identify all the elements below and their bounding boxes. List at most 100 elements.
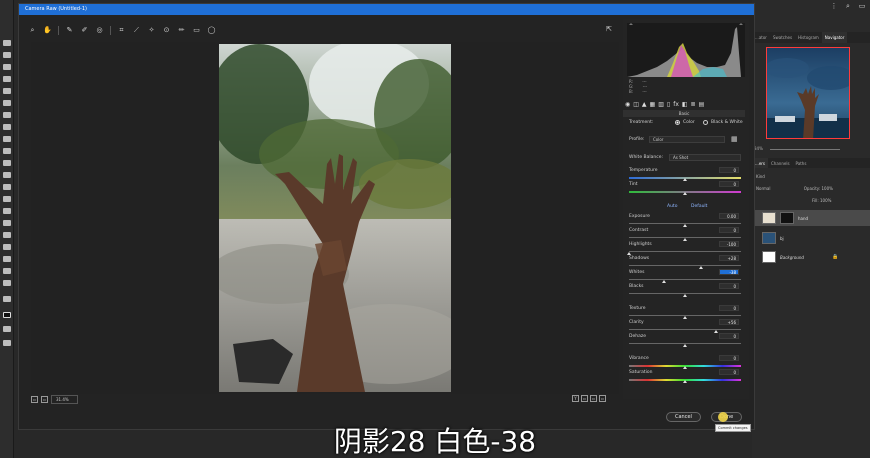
- zoom-level-select[interactable]: 31.4%: [51, 395, 78, 404]
- slider-thumb-clarity[interactable]: [714, 330, 718, 333]
- split-toning-tab-icon[interactable]: ▥: [658, 101, 664, 109]
- slider-value-whites[interactable]: -38: [719, 269, 739, 275]
- slider-value-shadows[interactable]: +28: [719, 255, 739, 261]
- foreground-color-swatch[interactable]: [3, 312, 11, 318]
- pen-tool-icon[interactable]: [3, 220, 11, 226]
- brush-tool-icon[interactable]: [3, 136, 11, 142]
- tab-paths[interactable]: Paths: [793, 158, 810, 168]
- zoom-icon[interactable]: ⌕: [28, 26, 37, 35]
- lens-tab-icon[interactable]: ▯: [667, 101, 670, 109]
- crop-icon[interactable]: ⌗: [117, 26, 126, 35]
- tab-histogram[interactable]: Histogram: [795, 32, 822, 43]
- layer-background[interactable]: Background 🔒: [752, 249, 870, 265]
- slider-thumb-contrast[interactable]: [683, 238, 687, 241]
- radial-icon[interactable]: ◯: [207, 26, 216, 34]
- workspace-icon[interactable]: ▭: [858, 2, 866, 10]
- slider-thumb-tint[interactable]: [683, 192, 687, 195]
- slider-value-vibrance[interactable]: 0: [719, 355, 739, 361]
- path-select-tool-icon[interactable]: [3, 244, 11, 250]
- marquee-tool-icon[interactable]: [3, 52, 11, 58]
- calibration-tab-icon[interactable]: ◧: [682, 101, 688, 109]
- color-radio[interactable]: [675, 120, 680, 125]
- bw-radio[interactable]: [703, 120, 708, 125]
- basic-tab-icon[interactable]: ◉: [625, 101, 630, 109]
- detail-tab-icon[interactable]: ▲: [642, 101, 647, 109]
- crop-tool-icon[interactable]: [3, 88, 11, 94]
- slider-value-contrast[interactable]: 0: [719, 227, 739, 233]
- shape-tool-icon[interactable]: [3, 256, 11, 262]
- navigator-thumbnail[interactable]: [766, 47, 850, 139]
- white-balance-icon[interactable]: ✎: [65, 26, 74, 34]
- profile-browser-icon[interactable]: ▦: [731, 135, 738, 143]
- slider-value-blacks[interactable]: 0: [719, 283, 739, 289]
- slider-value-tint[interactable]: 0: [719, 181, 739, 187]
- auto-button[interactable]: Auto: [667, 204, 677, 209]
- spot-removal-icon[interactable]: ✧: [147, 26, 156, 34]
- slider-thumb-dehaze[interactable]: [683, 344, 687, 347]
- slider-value-texture[interactable]: 0: [719, 305, 739, 311]
- share-icon[interactable]: ⋮: [830, 2, 838, 10]
- slider-track-highlights[interactable]: [629, 251, 741, 252]
- slider-thumb-highlights[interactable]: [627, 252, 631, 255]
- slider-value-saturation[interactable]: 0: [719, 369, 739, 375]
- before-after-icon[interactable]: Y: [572, 395, 579, 402]
- tab-channels[interactable]: Channels: [768, 158, 793, 168]
- hsl-tab-icon[interactable]: ▦: [650, 101, 656, 109]
- dodge-tool-icon[interactable]: [3, 208, 11, 214]
- screen-mode-icon[interactable]: [3, 340, 11, 346]
- image-preview[interactable]: [31, 42, 619, 394]
- type-tool-icon[interactable]: [3, 232, 11, 238]
- eyedropper-tool-icon[interactable]: [3, 112, 11, 118]
- filmstrip-toggle-icon[interactable]: ▫: [31, 396, 38, 403]
- fit-view-icon[interactable]: ▫: [41, 396, 48, 403]
- layer-bj[interactable]: bj: [752, 230, 870, 246]
- slider-thumb-texture[interactable]: [683, 316, 687, 319]
- open-preferences-icon[interactable]: ⇱: [606, 25, 612, 33]
- slider-thumb-saturation[interactable]: [683, 380, 687, 383]
- layer-mask-thumbnail[interactable]: [780, 212, 794, 224]
- presets-tab-icon[interactable]: ≣: [691, 101, 696, 109]
- healing-tool-icon[interactable]: [3, 124, 11, 130]
- slider-thumb-blacks[interactable]: [683, 294, 687, 297]
- layer-filter-row[interactable]: Kind: [756, 174, 870, 179]
- profile-dropdown[interactable]: Color: [649, 136, 725, 143]
- hand-tool-icon[interactable]: [3, 268, 11, 274]
- slider-value-temperature[interactable]: 0: [719, 167, 739, 173]
- effects-tab-icon[interactable]: fx: [673, 101, 679, 109]
- slider-value-highlights[interactable]: -100: [719, 241, 739, 247]
- stamp-tool-icon[interactable]: [3, 148, 11, 154]
- blend-mode-select[interactable]: Normal: [756, 186, 770, 191]
- gradient-tool-icon[interactable]: [3, 184, 11, 190]
- slider-track-shadows[interactable]: [629, 265, 741, 266]
- tab-swatches[interactable]: Swatches: [770, 32, 795, 43]
- slider-thumb-shadows[interactable]: [699, 266, 703, 269]
- zoom-tool-icon[interactable]: [3, 280, 11, 286]
- frame-tool-icon[interactable]: [3, 100, 11, 106]
- toggle-preview-icon[interactable]: ▫: [599, 395, 606, 402]
- opacity-value[interactable]: 100%: [822, 186, 833, 191]
- slider-value-exposure[interactable]: 0.00: [719, 213, 739, 219]
- straighten-icon[interactable]: ⟋: [132, 26, 141, 35]
- targeted-adjust-icon[interactable]: ◎: [95, 26, 104, 34]
- slider-value-clarity[interactable]: +56: [719, 319, 739, 325]
- slider-value-dehaze[interactable]: 0: [719, 333, 739, 339]
- gradient-icon[interactable]: ▭: [192, 26, 201, 34]
- quick-select-tool-icon[interactable]: [3, 76, 11, 82]
- hand-icon[interactable]: ✋: [43, 26, 52, 34]
- lock-icon[interactable]: 🔒: [832, 254, 838, 260]
- search-icon[interactable]: ⌕: [844, 2, 852, 10]
- white-balance-dropdown[interactable]: As Shot: [669, 154, 741, 161]
- slider-thumb-vibrance[interactable]: [683, 366, 687, 369]
- tab-navigator[interactable]: Navigator: [821, 32, 848, 43]
- copy-settings-icon[interactable]: ▫: [590, 395, 597, 402]
- move-tool-icon[interactable]: [3, 40, 11, 46]
- more-tools-icon[interactable]: [3, 296, 11, 302]
- color-sampler-icon[interactable]: ✐: [80, 26, 89, 34]
- eraser-tool-icon[interactable]: [3, 172, 11, 178]
- default-button[interactable]: Default: [691, 204, 707, 209]
- brush-icon[interactable]: ✏: [177, 26, 186, 34]
- fill-value[interactable]: 100%: [820, 198, 831, 203]
- quick-mask-icon[interactable]: [3, 326, 11, 332]
- slider-thumb-whites[interactable]: [662, 280, 666, 283]
- snapshots-tab-icon[interactable]: ▤: [699, 101, 705, 109]
